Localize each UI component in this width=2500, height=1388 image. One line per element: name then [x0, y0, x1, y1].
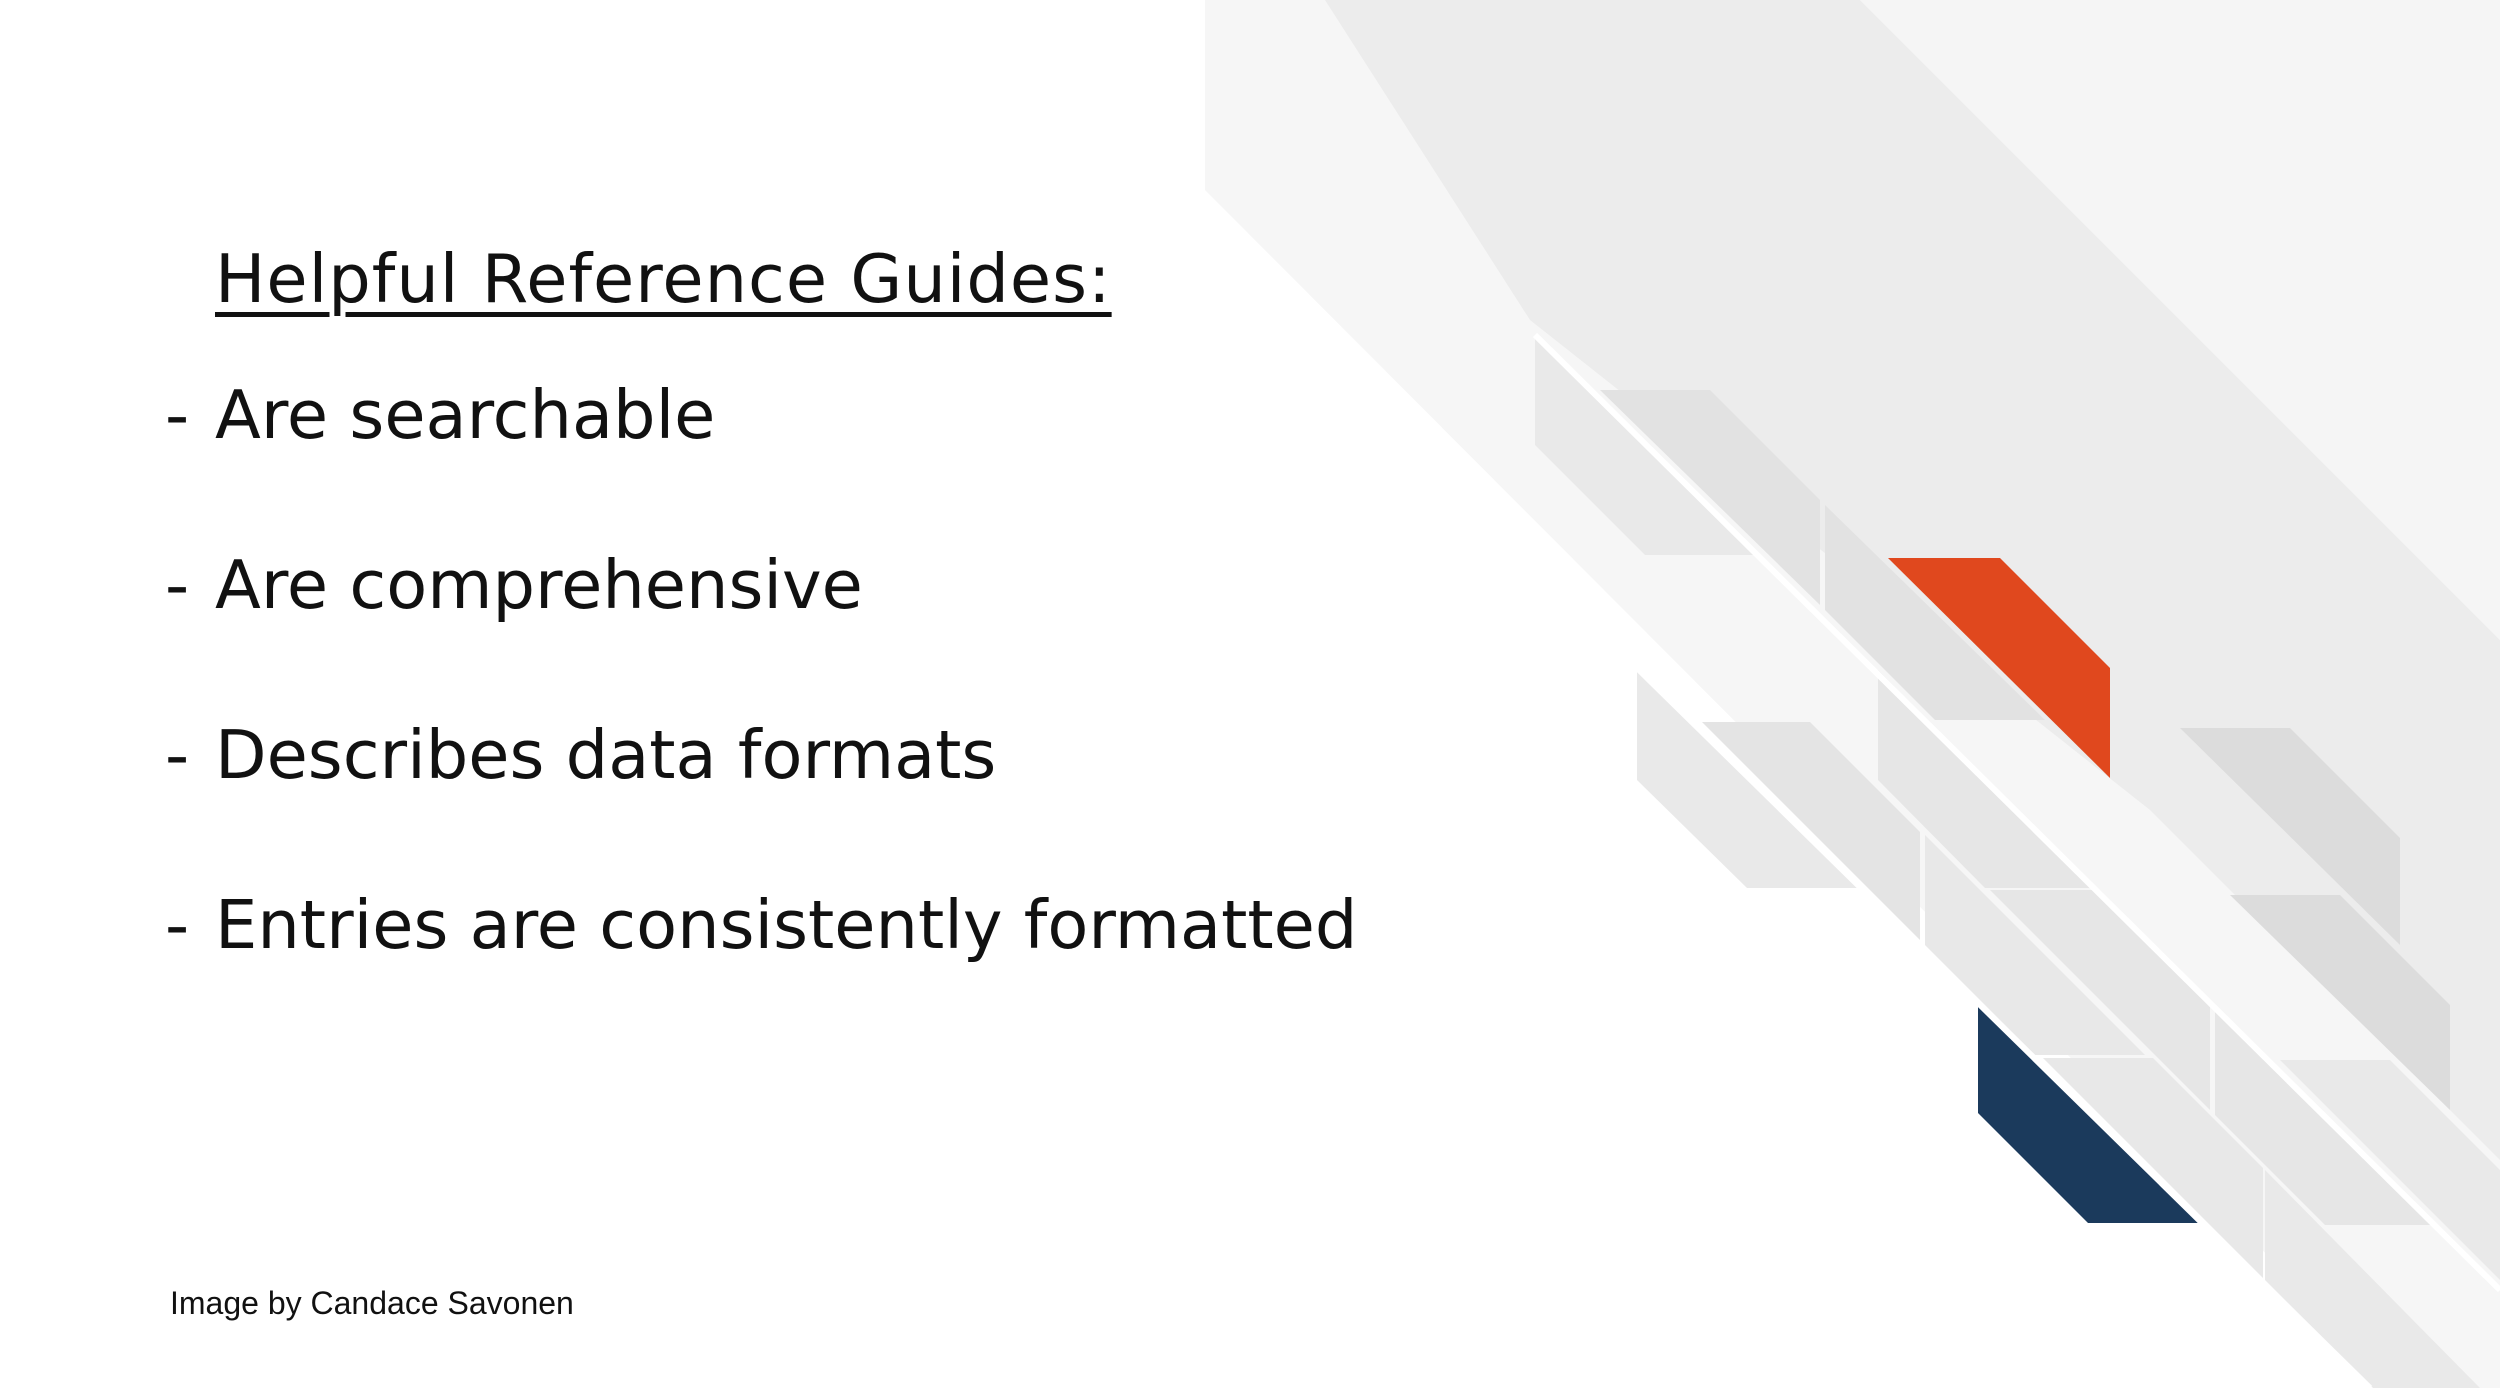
bullet-marker: -	[165, 716, 190, 794]
bullet-item: - Are comprehensive	[165, 540, 1357, 710]
bullet-list: - Are searchable - Are comprehensive - Desc…	[165, 370, 1357, 1050]
bullet-item: - Are searchable	[165, 370, 1357, 540]
bullet-item: - Entries are consistently formatted	[165, 880, 1357, 1050]
bullet-text: Entries are consistently formatted	[215, 886, 1358, 964]
bullet-text: Describes data formats	[215, 716, 997, 794]
bullet-marker: -	[165, 886, 190, 964]
image-credit-caption: Image by Candace Savonen	[170, 1285, 574, 1321]
bullet-text: Are searchable	[215, 376, 716, 454]
slide: Helpful Reference Guides: - Are searchabl…	[0, 0, 2500, 1388]
bullet-item: - Describes data formats	[165, 710, 1357, 880]
slide-heading: Helpful Reference Guides:	[215, 240, 1112, 318]
bullet-marker: -	[165, 546, 190, 624]
bullet-text: Are comprehensive	[215, 546, 863, 624]
bullet-marker: -	[165, 376, 190, 454]
